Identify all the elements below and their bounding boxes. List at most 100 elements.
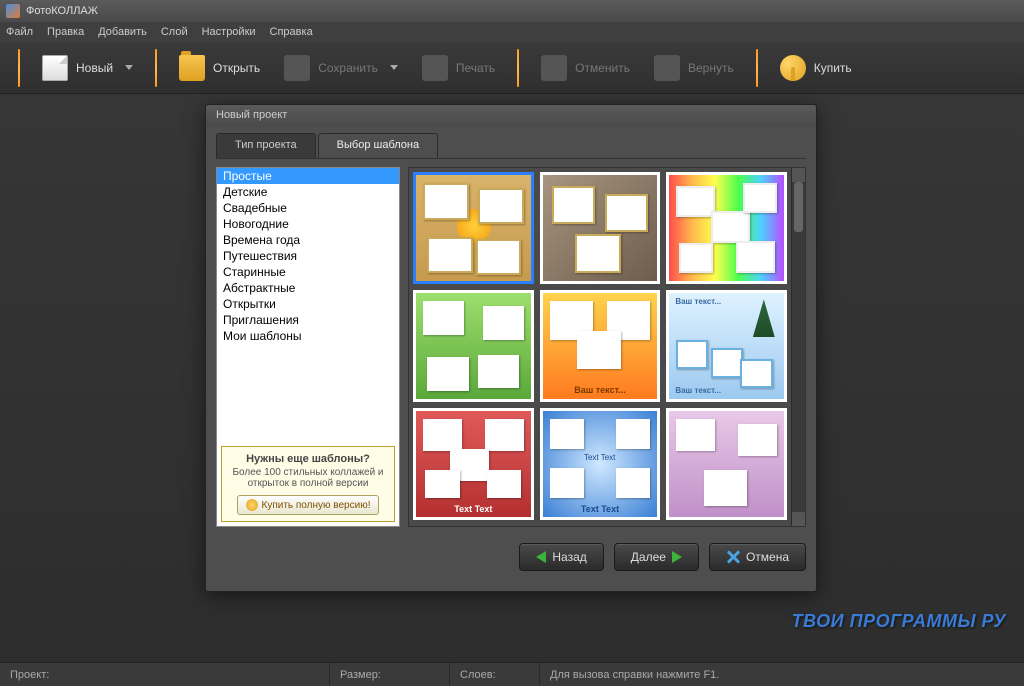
redo-button[interactable]: Вернуть bbox=[644, 49, 744, 87]
template-thumb[interactable] bbox=[666, 408, 787, 520]
category-panel: Простые Детские Свадебные Новогодние Вре… bbox=[216, 167, 400, 527]
category-item[interactable]: Простые bbox=[217, 168, 399, 184]
template-thumb[interactable]: Ваш текст... Ваш текст... bbox=[666, 290, 787, 402]
promo-button-label: Купить полную версию! bbox=[262, 500, 371, 511]
template-caption: Ваш текст... bbox=[543, 385, 658, 395]
save-icon bbox=[284, 55, 310, 81]
key-icon bbox=[780, 55, 806, 81]
status-bar: Проект: Размер: Слоев: Для вызова справк… bbox=[0, 662, 1024, 686]
toolbar-separator bbox=[18, 49, 20, 87]
back-label: Назад bbox=[552, 550, 586, 564]
toolbar: Новый Открыть Сохранить Печать Отменить … bbox=[0, 42, 1024, 94]
template-thumb[interactable] bbox=[540, 172, 661, 284]
workspace: Новый проект Тип проекта Выбор шаблона П… bbox=[0, 94, 1024, 662]
category-item[interactable]: Приглашения bbox=[217, 312, 399, 328]
template-grid-wrap: Ваш текст... Ваш текст... Ваш текст... bbox=[408, 167, 806, 527]
template-caption: Ваш текст... bbox=[675, 386, 721, 395]
app-title: ФотоКОЛЛАЖ bbox=[26, 5, 98, 17]
template-caption: Ваш текст... bbox=[675, 297, 721, 306]
category-item[interactable]: Свадебные bbox=[217, 200, 399, 216]
new-label: Новый bbox=[76, 61, 113, 75]
dialog-tabs: Тип проекта Выбор шаблона bbox=[216, 133, 806, 159]
category-item[interactable]: Абстрактные bbox=[217, 280, 399, 296]
printer-icon bbox=[422, 55, 448, 81]
category-item[interactable]: Путешествия bbox=[217, 248, 399, 264]
close-icon bbox=[726, 550, 740, 564]
status-project: Проект: bbox=[0, 663, 330, 686]
redo-icon bbox=[654, 55, 680, 81]
category-item[interactable]: Времена года bbox=[217, 232, 399, 248]
folder-open-icon bbox=[179, 55, 205, 81]
chevron-down-icon bbox=[390, 65, 398, 70]
template-thumb[interactable]: Text Text bbox=[413, 408, 534, 520]
template-caption: Text Text bbox=[584, 453, 615, 462]
template-thumb[interactable] bbox=[413, 290, 534, 402]
promo-box: Нужны еще шаблоны? Более 100 стильных ко… bbox=[221, 446, 395, 522]
next-button[interactable]: Далее bbox=[614, 543, 699, 571]
dialog-buttons: Назад Далее Отмена bbox=[206, 533, 816, 581]
menu-bar: Файл Правка Добавить Слой Настройки Спра… bbox=[0, 22, 1024, 42]
menu-edit[interactable]: Правка bbox=[47, 26, 84, 38]
tab-project-type[interactable]: Тип проекта bbox=[216, 133, 316, 158]
menu-file[interactable]: Файл bbox=[6, 26, 33, 38]
arrow-right-icon bbox=[672, 551, 682, 563]
new-project-dialog: Новый проект Тип проекта Выбор шаблона П… bbox=[205, 104, 817, 592]
cancel-label: Отмена bbox=[746, 550, 789, 564]
toolbar-separator bbox=[756, 49, 758, 87]
template-thumb[interactable]: Text Text Text Text bbox=[540, 408, 661, 520]
promo-title: Нужны еще шаблоны? bbox=[228, 453, 388, 465]
arrow-left-icon bbox=[536, 551, 546, 563]
key-icon bbox=[246, 499, 258, 511]
save-button[interactable]: Сохранить bbox=[274, 49, 408, 87]
category-item[interactable]: Старинные bbox=[217, 264, 399, 280]
print-label: Печать bbox=[456, 61, 495, 75]
template-grid: Ваш текст... Ваш текст... Ваш текст... bbox=[409, 168, 791, 526]
tab-template[interactable]: Выбор шаблона bbox=[318, 133, 438, 158]
status-size: Размер: bbox=[330, 663, 450, 686]
save-label: Сохранить bbox=[318, 61, 378, 75]
template-scrollbar[interactable] bbox=[791, 168, 805, 526]
menu-settings[interactable]: Настройки bbox=[202, 26, 256, 38]
scroll-thumb[interactable] bbox=[794, 182, 803, 232]
buy-full-version-button[interactable]: Купить полную версию! bbox=[237, 495, 380, 515]
category-list[interactable]: Простые Детские Свадебные Новогодние Вре… bbox=[217, 168, 399, 442]
menu-help[interactable]: Справка bbox=[270, 26, 313, 38]
category-item[interactable]: Открытки bbox=[217, 296, 399, 312]
template-caption: Text Text bbox=[416, 504, 531, 514]
menu-layer[interactable]: Слой bbox=[161, 26, 188, 38]
back-button[interactable]: Назад bbox=[519, 543, 603, 571]
template-thumb[interactable] bbox=[413, 172, 534, 284]
template-thumb[interactable]: Ваш текст... bbox=[540, 290, 661, 402]
menu-add[interactable]: Добавить bbox=[98, 26, 147, 38]
watermark: ТВОИ ПРОГРАММЫ РУ bbox=[792, 611, 1006, 632]
category-item[interactable]: Новогодние bbox=[217, 216, 399, 232]
template-thumb[interactable] bbox=[666, 172, 787, 284]
undo-icon bbox=[541, 55, 567, 81]
scroll-down-button[interactable] bbox=[792, 512, 805, 526]
category-item[interactable]: Детские bbox=[217, 184, 399, 200]
new-button[interactable]: Новый bbox=[32, 49, 143, 87]
status-layers: Слоев: bbox=[450, 663, 540, 686]
print-button[interactable]: Печать bbox=[412, 49, 505, 87]
template-caption: Text Text bbox=[543, 504, 658, 514]
app-icon bbox=[6, 4, 20, 18]
category-item[interactable]: Мои шаблоны bbox=[217, 328, 399, 344]
toolbar-separator bbox=[517, 49, 519, 87]
chevron-down-icon bbox=[125, 65, 133, 70]
next-label: Далее bbox=[631, 550, 666, 564]
new-file-icon bbox=[42, 55, 68, 81]
promo-text: Более 100 стильных коллажей и открыток в… bbox=[228, 467, 388, 489]
status-help-hint: Для вызова справки нажмите F1. bbox=[540, 663, 1024, 686]
redo-label: Вернуть bbox=[688, 61, 734, 75]
title-bar: ФотоКОЛЛАЖ bbox=[0, 0, 1024, 22]
toolbar-separator bbox=[155, 49, 157, 87]
cancel-button[interactable]: Отмена bbox=[709, 543, 806, 571]
open-label: Открыть bbox=[213, 61, 260, 75]
buy-button[interactable]: Купить bbox=[770, 49, 862, 87]
undo-label: Отменить bbox=[575, 61, 630, 75]
scroll-up-button[interactable] bbox=[792, 168, 805, 182]
buy-label: Купить bbox=[814, 61, 852, 75]
undo-button[interactable]: Отменить bbox=[531, 49, 640, 87]
open-button[interactable]: Открыть bbox=[169, 49, 270, 87]
dialog-title: Новый проект bbox=[206, 105, 816, 127]
